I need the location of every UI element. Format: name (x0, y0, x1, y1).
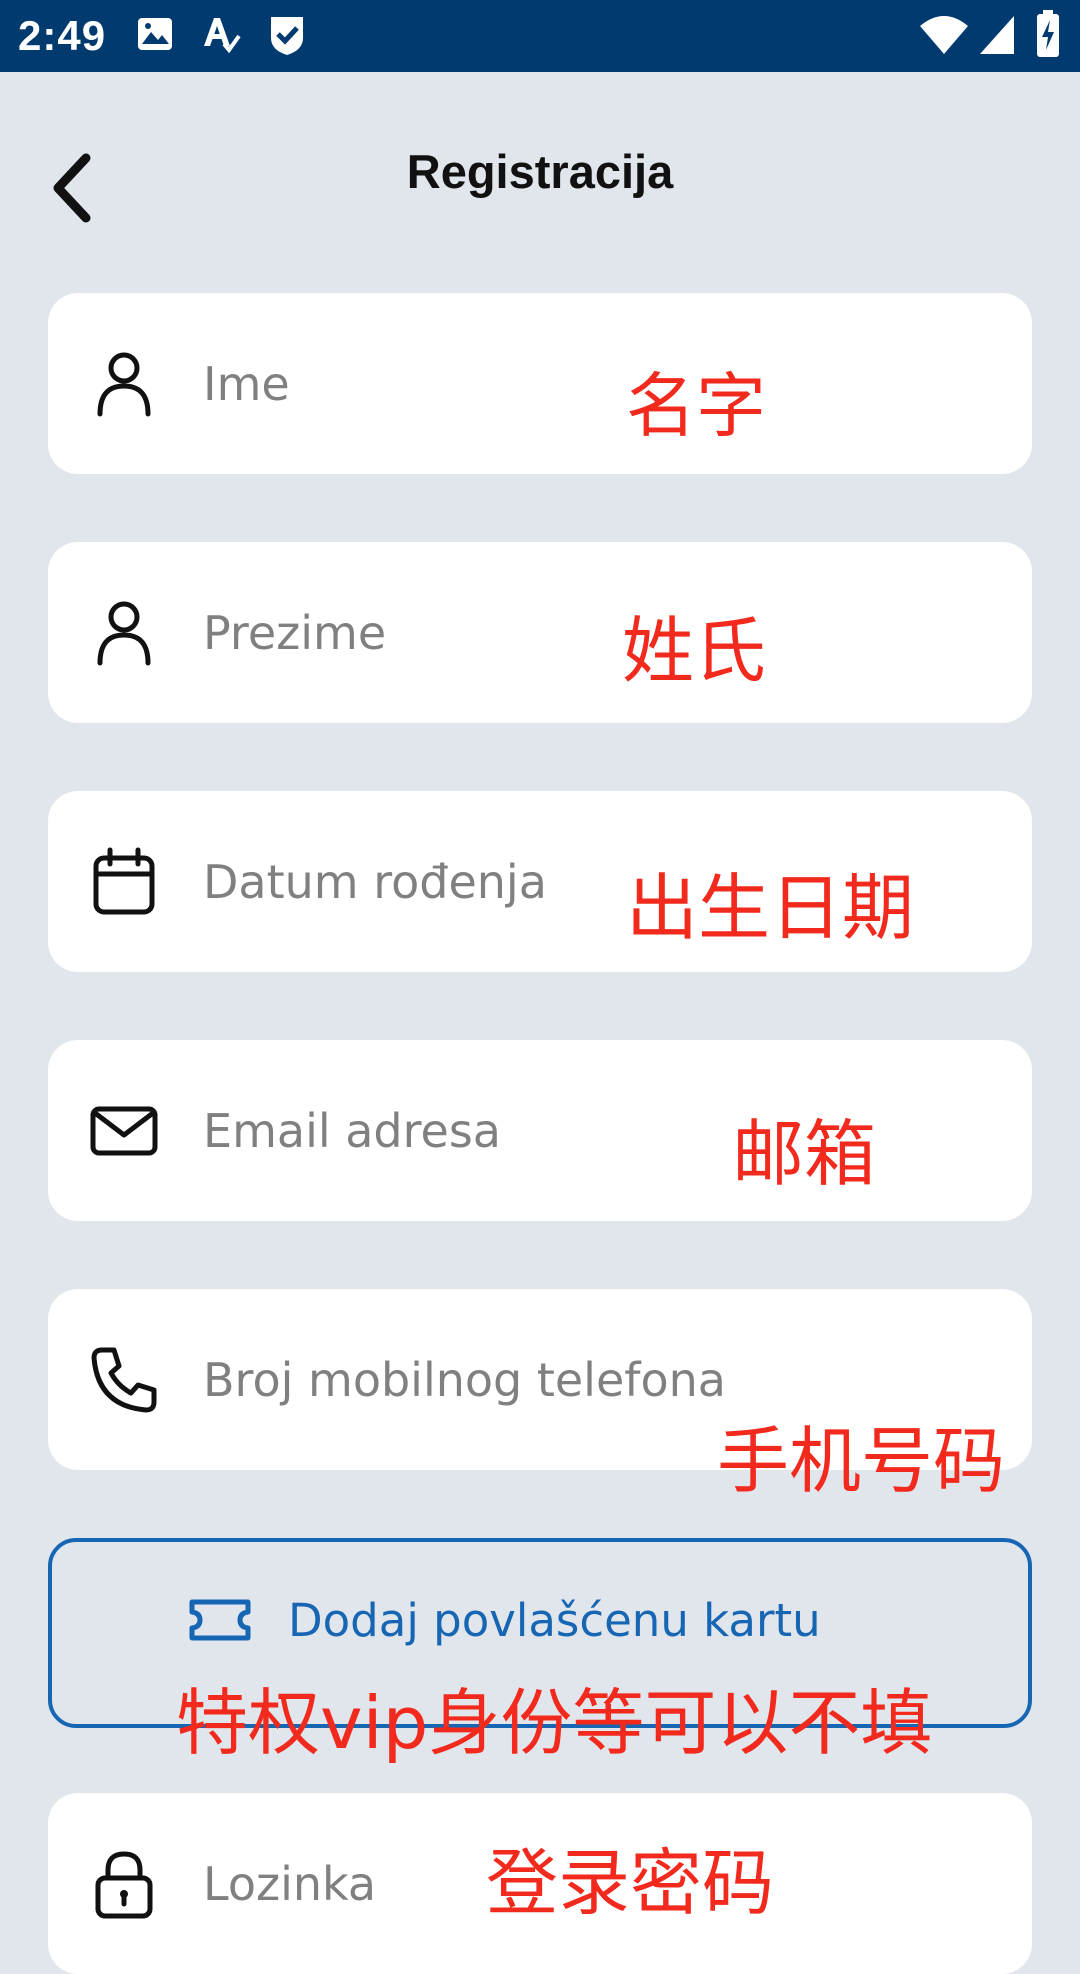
birth-date-annotation: 出生日期 (626, 866, 915, 950)
email-field[interactable] (48, 1040, 1032, 1221)
last-name-annotation: 姓氏 (622, 609, 767, 693)
person-icon (97, 352, 151, 417)
page-title: Registracija (406, 145, 674, 198)
card-button-content: Dodaj povlašćenu kartu (188, 1588, 821, 1652)
ticket-icon (189, 1599, 251, 1641)
first-name-annotation: 名字 (626, 365, 766, 447)
card-button-label: Dodaj povlašćenu kartu (288, 1593, 821, 1647)
email-annotation: 邮箱 (732, 1112, 877, 1196)
status-bar: 2:49 (0, 0, 1080, 72)
first-name-field[interactable] (48, 293, 1032, 474)
header: Registracija (0, 72, 1080, 272)
last-name-input[interactable] (203, 542, 963, 723)
calendar-icon (93, 847, 155, 915)
wifi-icon (920, 16, 968, 54)
first-name-input[interactable] (203, 293, 963, 474)
battery-charging-icon (1037, 10, 1059, 57)
image-icon (138, 18, 172, 50)
lock-icon (95, 1851, 153, 1919)
check-shield-icon (271, 17, 303, 55)
phone-icon (91, 1347, 157, 1413)
person-icon (97, 601, 151, 666)
last-name-field[interactable] (48, 542, 1032, 723)
envelope-icon (90, 1106, 158, 1156)
cell-signal-icon (980, 16, 1014, 54)
text-autocorrect-icon (204, 18, 241, 54)
card-button-annotation: 特权vip身份等可以不填 (176, 1681, 933, 1765)
phone-annotation: 手机号码 (717, 1419, 1006, 1503)
status-time: 2:49 (18, 12, 107, 59)
password-annotation: 登录密码 (486, 1841, 775, 1925)
